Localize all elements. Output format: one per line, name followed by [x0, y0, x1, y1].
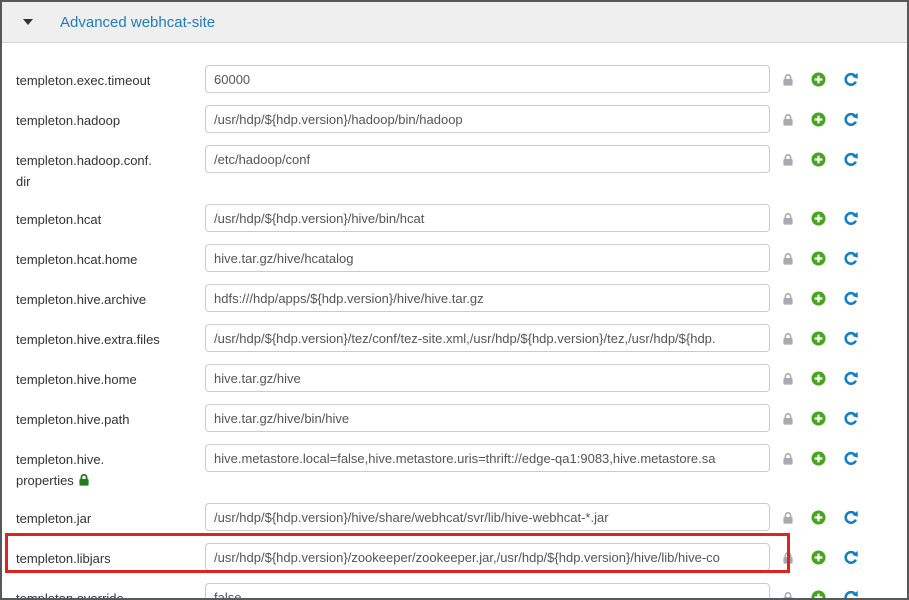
- add-override-icon[interactable]: [811, 331, 826, 346]
- lock-icon[interactable]: [782, 452, 794, 466]
- property-row: templeton.hive. properties: [2, 444, 907, 491]
- property-name-label: templeton.hcat.home: [16, 252, 138, 267]
- property-name-label: templeton.hadoop: [16, 113, 121, 128]
- property-value-input[interactable]: [205, 364, 770, 392]
- property-name-label: templeton.hive. properties: [16, 452, 105, 488]
- row-action-icons: [782, 444, 858, 466]
- property-value-input[interactable]: [205, 404, 770, 432]
- undo-icon[interactable]: [843, 112, 858, 127]
- property-name-label: templeton.override: [16, 591, 124, 600]
- row-action-icons: [782, 145, 858, 167]
- lock-icon[interactable]: [782, 372, 794, 386]
- property-value-input[interactable]: [205, 65, 770, 93]
- property-value-input[interactable]: [205, 503, 770, 531]
- undo-icon[interactable]: [843, 291, 858, 306]
- undo-icon[interactable]: [843, 152, 858, 167]
- property-value-input[interactable]: [205, 444, 770, 472]
- add-override-icon[interactable]: [811, 112, 826, 127]
- lock-icon[interactable]: [782, 153, 794, 167]
- row-action-icons: [782, 65, 858, 87]
- add-override-icon[interactable]: [811, 251, 826, 266]
- add-override-icon[interactable]: [811, 211, 826, 226]
- lock-icon[interactable]: [782, 511, 794, 525]
- final-lock-icon: [79, 473, 89, 486]
- row-action-icons: [782, 364, 858, 386]
- row-action-icons: [782, 204, 858, 226]
- add-override-icon[interactable]: [811, 72, 826, 87]
- property-row: templeton.exec.timeout: [2, 65, 907, 93]
- property-row: templeton.hadoop: [2, 105, 907, 133]
- property-name-label: templeton.hive.home: [16, 372, 137, 387]
- row-action-icons: [782, 284, 858, 306]
- property-row: templeton.hcat.home: [2, 244, 907, 272]
- caret-down-icon[interactable]: [23, 19, 33, 25]
- undo-icon[interactable]: [843, 451, 858, 466]
- lock-icon[interactable]: [782, 73, 794, 87]
- lock-icon[interactable]: [782, 591, 794, 598]
- undo-icon[interactable]: [843, 72, 858, 87]
- property-value-input[interactable]: [205, 145, 770, 173]
- property-row: templeton.hive.path: [2, 404, 907, 432]
- property-name-label: templeton.hcat: [16, 212, 102, 227]
- property-value-input[interactable]: [205, 324, 770, 352]
- undo-icon[interactable]: [843, 550, 858, 565]
- property-row: templeton.hcat: [2, 204, 907, 232]
- property-value-input[interactable]: [205, 244, 770, 272]
- property-row: templeton.hive.home: [2, 364, 907, 392]
- property-row: templeton.hadoop.conf. dir: [2, 145, 907, 192]
- lock-icon[interactable]: [782, 292, 794, 306]
- property-value-input[interactable]: [205, 543, 770, 571]
- property-value-input[interactable]: [205, 105, 770, 133]
- undo-icon[interactable]: [843, 371, 858, 386]
- property-name-label: templeton.exec.timeout: [16, 73, 151, 88]
- property-name-label: templeton.hive.archive: [16, 292, 147, 307]
- undo-icon[interactable]: [843, 211, 858, 226]
- property-row: templeton.hive.extra.files: [2, 324, 907, 352]
- property-row: templeton.hive.archive: [2, 284, 907, 312]
- undo-icon[interactable]: [843, 510, 858, 525]
- add-override-icon[interactable]: [811, 550, 826, 565]
- add-override-icon[interactable]: [811, 510, 826, 525]
- add-override-icon[interactable]: [811, 371, 826, 386]
- section-title[interactable]: Advanced webhcat-site: [60, 14, 215, 31]
- row-action-icons: [782, 404, 858, 426]
- row-action-icons: [782, 324, 858, 346]
- property-row: templeton.libjars: [2, 533, 907, 573]
- property-row: templeton.override: [2, 583, 907, 600]
- lock-icon[interactable]: [782, 252, 794, 266]
- property-name-label: templeton.jar: [16, 511, 92, 526]
- lock-icon[interactable]: [782, 412, 794, 426]
- property-value-input[interactable]: [205, 204, 770, 232]
- property-name-label: templeton.hadoop.conf. dir: [16, 153, 152, 189]
- row-action-icons: [782, 503, 858, 525]
- undo-icon[interactable]: [843, 331, 858, 346]
- add-override-icon[interactable]: [811, 590, 826, 598]
- row-action-icons: [782, 244, 858, 266]
- row-action-icons: [782, 105, 858, 127]
- row-action-icons: [782, 583, 858, 598]
- lock-icon[interactable]: [782, 551, 794, 565]
- property-rows: templeton.exec.timeout 60000 templeton.h…: [2, 43, 907, 600]
- property-name-label: templeton.hive.extra.files: [16, 332, 160, 347]
- lock-icon[interactable]: [782, 212, 794, 226]
- lock-icon[interactable]: [782, 113, 794, 127]
- property-name-label: templeton.libjars: [16, 551, 111, 566]
- undo-icon[interactable]: [843, 590, 858, 598]
- section-header-advanced-webhcat-site[interactable]: Advanced webhcat-site: [2, 2, 907, 43]
- property-name-label: templeton.hive.path: [16, 412, 130, 427]
- undo-icon[interactable]: [843, 251, 858, 266]
- property-value-input[interactable]: [205, 583, 770, 598]
- undo-icon[interactable]: [843, 411, 858, 426]
- add-override-icon[interactable]: [811, 411, 826, 426]
- add-override-icon[interactable]: [811, 451, 826, 466]
- lock-icon[interactable]: [782, 332, 794, 346]
- property-row: templeton.jar: [2, 503, 907, 531]
- row-action-icons: [782, 543, 858, 565]
- config-panel: Advanced webhcat-site templeton.exec.tim…: [0, 0, 909, 600]
- add-override-icon[interactable]: [811, 291, 826, 306]
- add-override-icon[interactable]: [811, 152, 826, 167]
- property-value-input[interactable]: [205, 284, 770, 312]
